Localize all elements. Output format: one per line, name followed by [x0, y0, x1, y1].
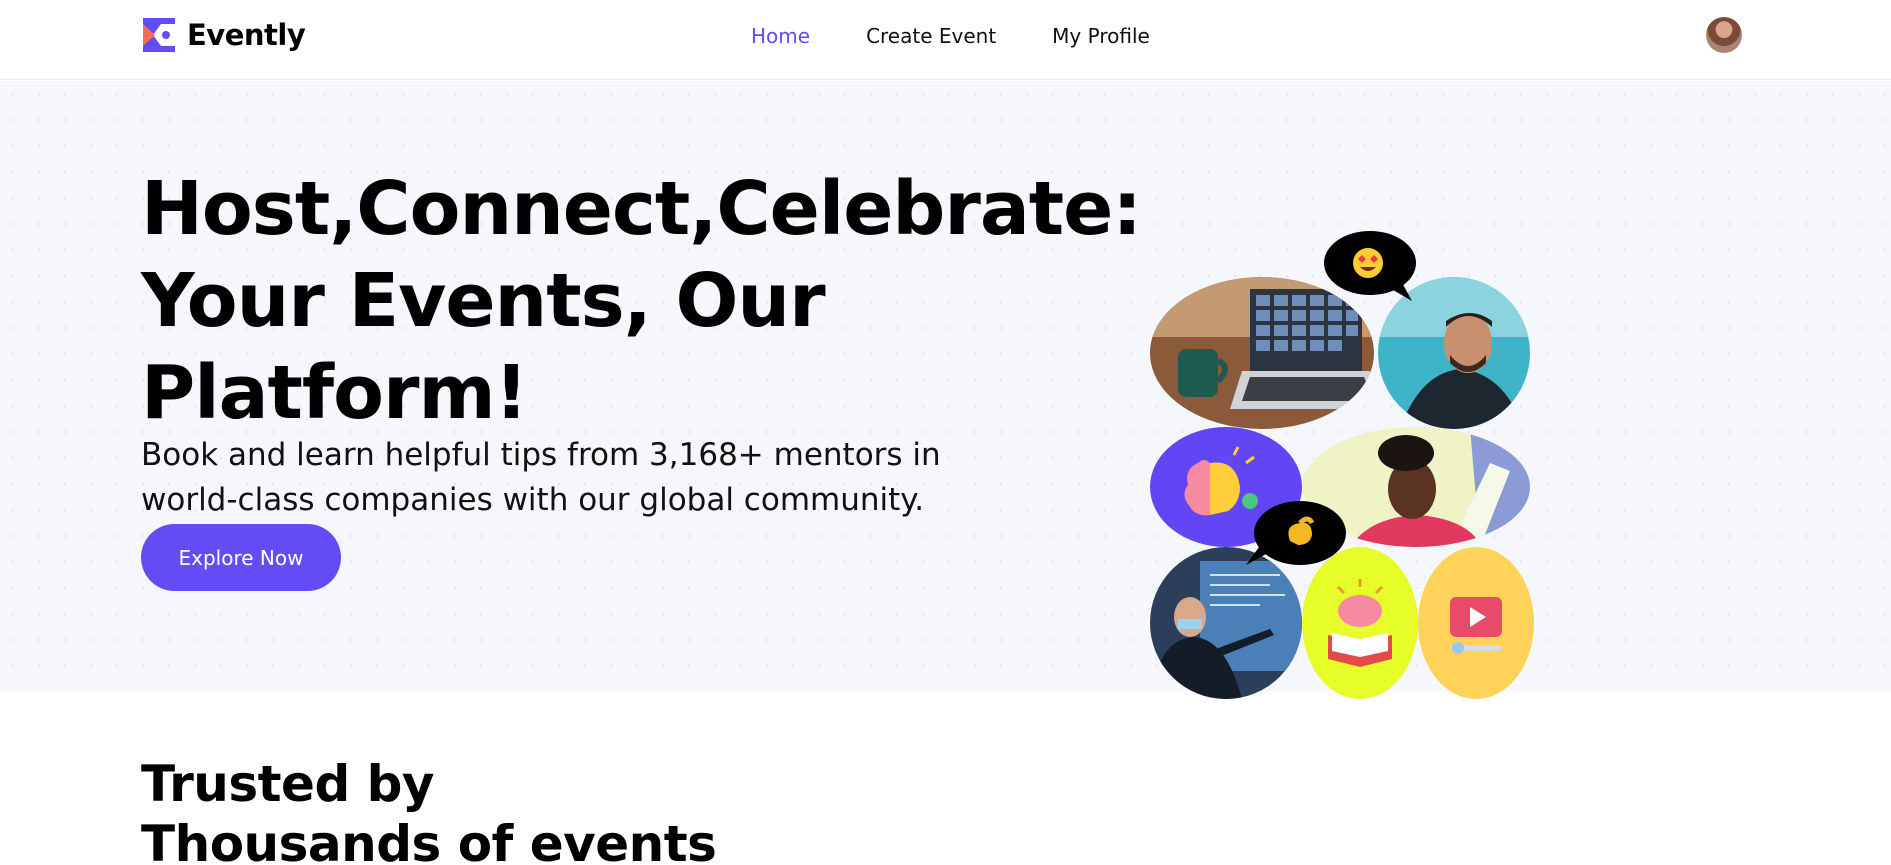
presenter-image — [1150, 547, 1302, 699]
hero-description: Book and learn helpful tips from 3,168+ … — [141, 433, 961, 523]
main-nav: Home Create Event My Profile — [751, 24, 1206, 48]
brand-name: Evently — [187, 18, 306, 52]
nav-home[interactable]: Home — [751, 24, 810, 48]
nav-my-profile[interactable]: My Profile — [1052, 24, 1150, 48]
site-header: Evently Home Create Event My Profile — [0, 0, 1891, 80]
hero-section: Host,Connect,Celebrate: Your Events, Our… — [0, 81, 1891, 699]
trusted-section-title: Trusted by Thousands of events — [141, 754, 941, 865]
explore-now-button[interactable]: Explore Now — [141, 524, 341, 591]
logo[interactable]: Evently — [141, 16, 306, 54]
heart-eyes-emoji — [1324, 231, 1416, 301]
user-avatar[interactable] — [1706, 17, 1742, 53]
smiling-man-image — [1378, 277, 1530, 429]
laptop-video-call-image — [1150, 277, 1374, 429]
hero-collage — [1150, 231, 1540, 701]
hero-title-line: Platform! — [141, 350, 528, 436]
brain-book-icon — [1302, 547, 1418, 699]
collage-graphic — [1150, 231, 1534, 699]
nav-create-event[interactable]: Create Event — [866, 24, 996, 48]
play-video-icon — [1418, 547, 1534, 699]
logo-icon — [143, 18, 175, 52]
hero-title: Host,Connect,Celebrate: Your Events, Our… — [141, 163, 1142, 439]
trusted-title-line: Trusted by — [141, 755, 435, 813]
hero-description-line: world-class companies with our global co… — [141, 482, 925, 518]
hero-description-line: Book and learn helpful tips from 3,168+ … — [141, 437, 941, 473]
hero-title-line: Host,Connect,Celebrate: — [141, 166, 1142, 252]
hero-title-line: Your Events, Our — [141, 258, 826, 344]
trusted-title-line: Thousands of events — [141, 815, 717, 865]
